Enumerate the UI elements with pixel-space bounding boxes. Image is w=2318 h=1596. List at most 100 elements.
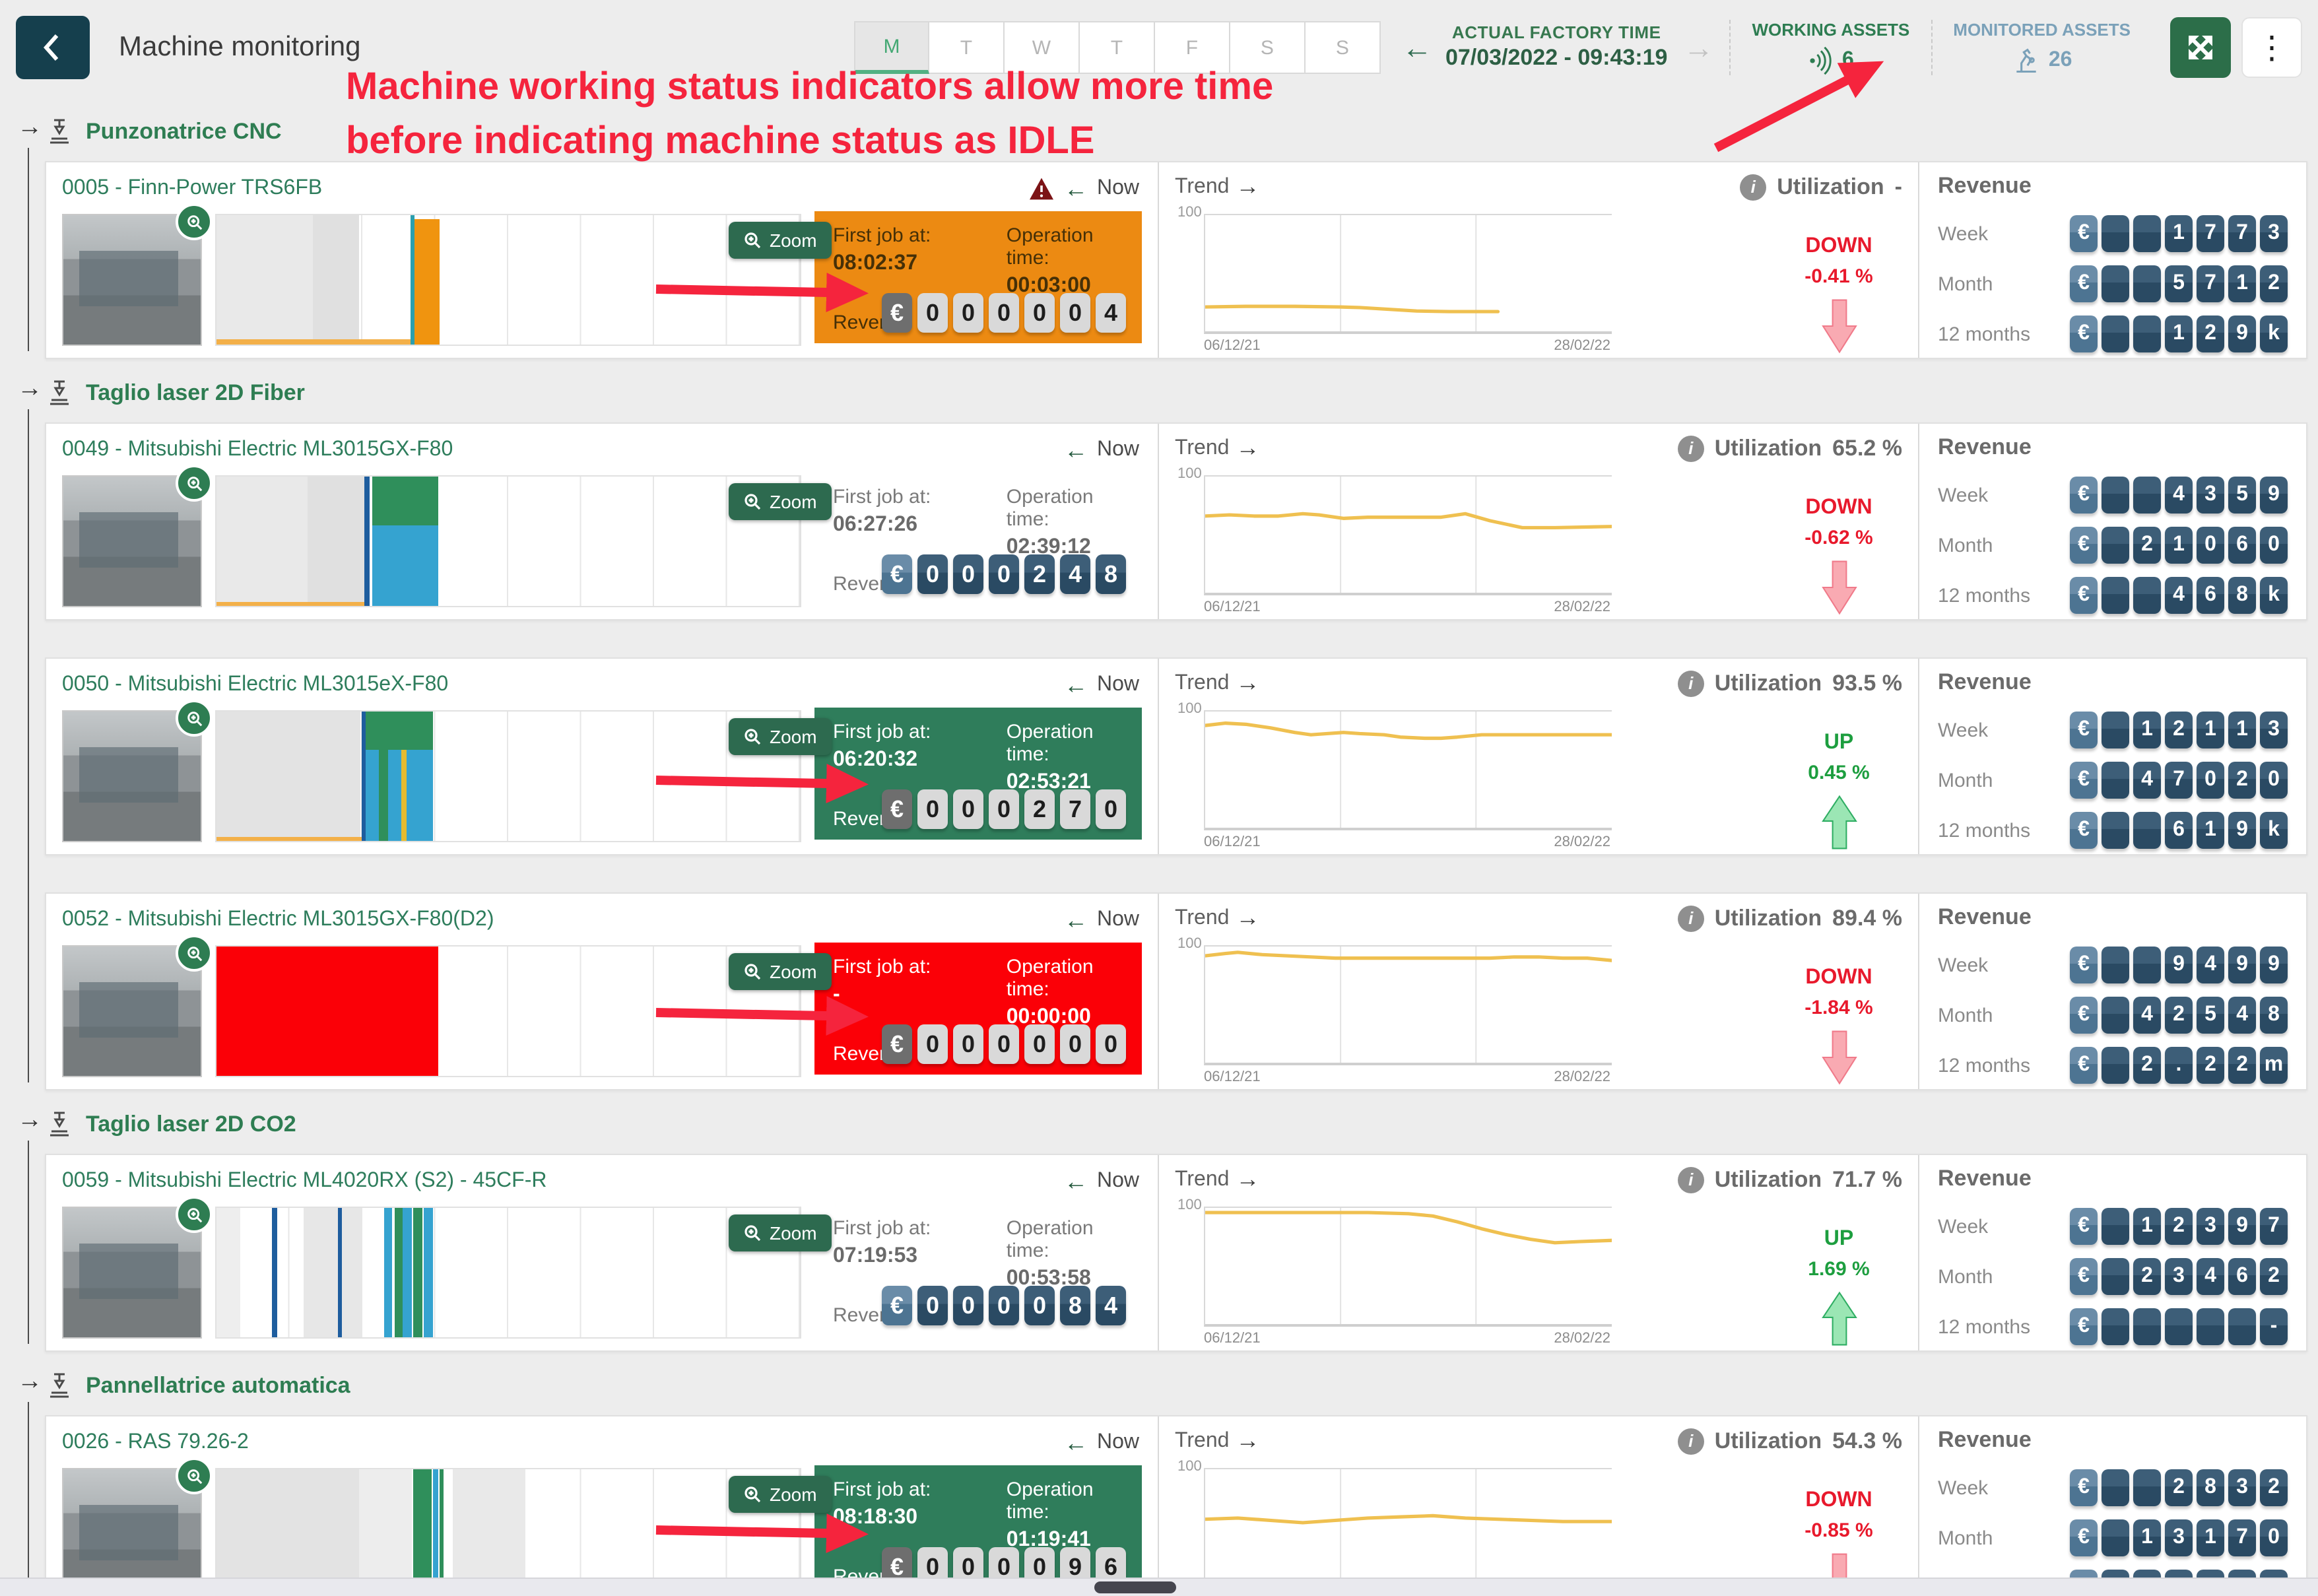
digit-box: 0: [953, 1024, 983, 1064]
digit-box: 2: [1024, 789, 1055, 829]
utilization-label: Utilization: [1715, 670, 1822, 696]
info-icon[interactable]: i: [1678, 905, 1704, 931]
week-label: Week: [1938, 1477, 1988, 1499]
trend-indicator: DOWN -0.62 %: [1775, 475, 1902, 622]
digit-box: [2133, 265, 2161, 302]
digit-box: 0: [2197, 527, 2224, 564]
now-indicator[interactable]: ← Now: [1064, 1168, 1139, 1195]
day-tab-0[interactable]: M: [854, 21, 929, 74]
digit-box: [2102, 1047, 2129, 1084]
machine-name[interactable]: 0052 - Mitsubishi Electric ML3015GX-F80(…: [62, 908, 494, 932]
timeline-segment: [216, 339, 412, 345]
next-day-arrow-icon[interactable]: →: [1683, 30, 1713, 65]
group-name[interactable]: Taglio laser 2D CO2: [86, 1112, 296, 1138]
group-name[interactable]: Punzonatrice CNC: [86, 119, 282, 145]
now-arrow-icon: ←: [1064, 1429, 1088, 1457]
zoom-button[interactable]: Zoom: [729, 718, 832, 755]
now-indicator[interactable]: ← Now: [1064, 436, 1139, 464]
digit-box: 0: [1096, 789, 1126, 829]
machine-photo[interactable]: [62, 1468, 202, 1596]
digit-box: 4: [2197, 947, 2224, 983]
trend-arrow-right-icon: →: [1236, 669, 1259, 697]
info-icon[interactable]: i: [1678, 1428, 1704, 1454]
machine-status-section: 0049 - Mitsubishi Electric ML3015GX-F80 …: [46, 424, 1159, 619]
timeline-segment: [385, 1208, 393, 1337]
machine-photo[interactable]: [62, 214, 202, 346]
now-indicator[interactable]: ← Now: [1064, 1429, 1139, 1457]
trend-link[interactable]: Trend→: [1175, 1166, 1259, 1193]
machine-name[interactable]: 0049 - Mitsubishi Electric ML3015GX-F80: [62, 438, 453, 462]
machine-photo[interactable]: [62, 710, 202, 842]
digit-box: 4: [2133, 997, 2161, 1034]
info-icon[interactable]: i: [1740, 174, 1766, 200]
digit-box: 2: [2197, 1047, 2224, 1084]
machine-card: 0050 - Mitsubishi Electric ML3015eX-F80 …: [45, 657, 2307, 855]
menu-kebab-button[interactable]: ⋮: [2241, 17, 2302, 78]
now-indicator[interactable]: ← Now: [1064, 671, 1139, 699]
trend-link[interactable]: Trend→: [1175, 669, 1259, 697]
machine-name[interactable]: 0059 - Mitsubishi Electric ML4020RX (S2)…: [62, 1170, 546, 1193]
info-icon[interactable]: i: [1678, 670, 1704, 696]
trend-link[interactable]: Trend→: [1175, 434, 1259, 462]
euro-box: €: [2070, 1208, 2098, 1245]
trend-link[interactable]: Trend→: [1175, 1427, 1259, 1455]
day-tab-5[interactable]: S: [1230, 21, 1306, 74]
group-name[interactable]: Pannellatrice automatica: [86, 1373, 350, 1399]
utilization-trend-chart: 100 06/12/21 28/02/22: [1204, 475, 1610, 622]
photo-magnifier-badge[interactable]: [176, 203, 213, 240]
euro-box: €: [882, 293, 912, 333]
photo-magnifier-badge[interactable]: [176, 935, 213, 972]
info-icon[interactable]: i: [1678, 1166, 1704, 1193]
magnifier-plus-icon: [185, 710, 203, 727]
group-rows: 0049 - Mitsubishi Electric ML3015GX-F80 …: [45, 422, 2307, 1090]
trend-link[interactable]: Trend→: [1175, 904, 1259, 932]
zoom-button[interactable]: Zoom: [729, 222, 832, 259]
day-tab-1[interactable]: T: [929, 21, 1005, 74]
revenue-counter: €000004: [882, 293, 1126, 333]
info-icon[interactable]: i: [1678, 435, 1704, 461]
machine-photo[interactable]: [62, 1207, 202, 1339]
photo-magnifier-badge[interactable]: [176, 465, 213, 502]
zoom-button[interactable]: Zoom: [729, 1214, 832, 1251]
utilization: i Utilization 89.4 %: [1678, 905, 1902, 931]
scrollbar-thumb[interactable]: [1094, 1581, 1176, 1593]
trend-link[interactable]: Trend→: [1175, 173, 1259, 201]
status-timeline: [215, 475, 801, 607]
day-tab-2[interactable]: W: [1005, 21, 1080, 74]
zoom-button[interactable]: Zoom: [729, 483, 832, 520]
back-button[interactable]: [16, 16, 90, 79]
status-timeline: [215, 1468, 801, 1596]
revenue-12months-row: 12 months €468k: [1938, 577, 2288, 614]
machine-photo[interactable]: [62, 945, 202, 1077]
group-rows: 0059 - Mitsubishi Electric ML4020RX (S2)…: [45, 1154, 2307, 1352]
zoom-button[interactable]: Zoom: [729, 1476, 832, 1513]
week-digits: €12397: [2070, 1208, 2288, 1245]
machine-monitoring-app: Machine monitoring MTWTFSS ← ACTUAL FACT…: [0, 0, 2318, 1596]
machine-name[interactable]: 0005 - Finn-Power TRS6FB: [62, 177, 322, 201]
day-tab-4[interactable]: F: [1155, 21, 1230, 74]
trend-indicator: UP 0.45 %: [1775, 710, 1902, 857]
day-tab-6[interactable]: S: [1306, 21, 1381, 74]
machine-name[interactable]: 0026 - RAS 79.26-2: [62, 1431, 249, 1455]
utilization-trend-chart: 100 06/12/21 28/02/22: [1204, 945, 1610, 1092]
digit-box: 2: [2165, 997, 2193, 1034]
twelve-months-digits: €619k: [2070, 812, 2288, 849]
fullscreen-button[interactable]: [2170, 17, 2231, 78]
now-indicator[interactable]: ← Now: [1028, 175, 1139, 203]
horizontal-scrollbar[interactable]: [0, 1578, 2318, 1596]
machine-card: 0049 - Mitsubishi Electric ML3015GX-F80 …: [45, 422, 2307, 620]
day-tab-3[interactable]: T: [1080, 21, 1155, 74]
photo-magnifier-badge[interactable]: [176, 700, 213, 737]
week-digits: €1773: [2070, 215, 2288, 252]
machine-photo[interactable]: [62, 475, 202, 607]
zoom-button[interactable]: Zoom: [729, 953, 832, 990]
photo-magnifier-badge[interactable]: [176, 1457, 213, 1494]
utilization-label: Utilization: [1777, 174, 1884, 200]
week-label: Week: [1938, 484, 1988, 506]
now-indicator[interactable]: ← Now: [1064, 906, 1139, 934]
photo-magnifier-badge[interactable]: [176, 1196, 213, 1233]
machine-name[interactable]: 0050 - Mitsubishi Electric ML3015eX-F80: [62, 673, 448, 697]
prev-day-arrow-icon[interactable]: ←: [1402, 30, 1432, 65]
group-name[interactable]: Taglio laser 2D Fiber: [86, 380, 305, 407]
month-label: Month: [1938, 273, 1993, 295]
